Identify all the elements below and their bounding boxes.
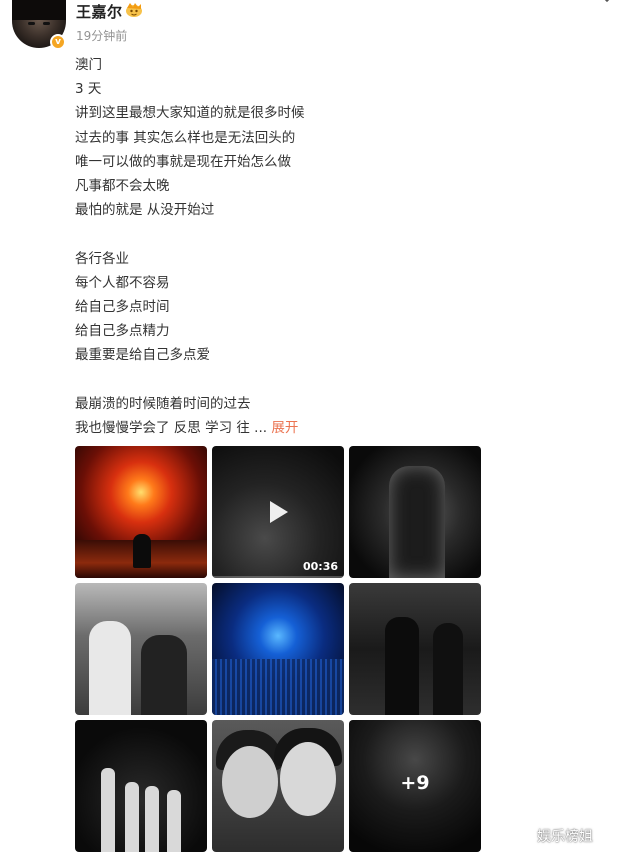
post-line: 最崩溃的时候随着时间的过去 (75, 395, 251, 412)
expand-link[interactable]: 展开 (271, 420, 298, 436)
post-line: 讲到这里最想大家知道的就是很多时候 (75, 105, 305, 122)
performer-silhouette (167, 790, 181, 852)
post-blank-line (75, 367, 495, 391)
performer-silhouette (141, 635, 187, 715)
author-name[interactable]: 王嘉尔 (76, 1, 123, 22)
post-line: 最怕的就是 从没开始过 (75, 202, 215, 219)
arena-crowd (212, 659, 344, 715)
post-line: 澳门 (75, 57, 102, 73)
chevron-down-icon[interactable] (600, 0, 614, 4)
post-line: 各行各业 (75, 250, 129, 267)
avatar-hair (12, 0, 66, 20)
video-progress-track (212, 576, 344, 578)
video-duration: 00:36 (302, 560, 338, 573)
media-grid: 00:36 +9 (75, 446, 481, 853)
verified-v-icon: v (50, 34, 66, 50)
post-timestamp[interactable]: 19分钟前 (76, 27, 127, 44)
performer-silhouette (433, 623, 463, 715)
watermark-text: 娱乐榜姐 (537, 829, 593, 845)
media-more-photos[interactable]: +9 (349, 720, 481, 852)
portrait-face (222, 746, 278, 818)
post-truncated-text: 我也慢慢学会了 反思 学习 往 ... (75, 419, 268, 436)
portrait-face (280, 742, 336, 816)
post-last-line: 我也慢慢学会了 反思 学习 往 ... 展开 (75, 416, 495, 440)
post-body: 澳门 3 天 讲到这里最想大家知道的就是很多时候 过去的事 其实怎么样也是无法回… (75, 53, 495, 440)
post-line: 凡事都不会太晚 (75, 177, 170, 194)
performer-silhouette (101, 768, 115, 852)
media-photo-5[interactable] (212, 583, 344, 715)
avatar-eye (28, 22, 35, 25)
avatar-eye (43, 22, 50, 25)
media-photo-8[interactable] (212, 720, 344, 852)
play-icon[interactable] (264, 498, 292, 526)
media-video[interactable]: 00:36 (212, 446, 344, 578)
post-line: 3 天 (75, 81, 102, 98)
media-photo-6[interactable] (349, 583, 481, 715)
performer-silhouette (389, 466, 445, 578)
post-line: 给自己多点精力 (75, 323, 170, 340)
post-line: 给自己多点时间 (75, 298, 170, 315)
media-photo-3[interactable] (349, 446, 481, 578)
performer-silhouette (385, 617, 419, 715)
post-line: 最重要是给自己多点爱 (75, 347, 210, 364)
fan-badge-icon[interactable] (124, 2, 144, 18)
media-photo-4[interactable] (75, 583, 207, 715)
performer-silhouette (89, 621, 131, 715)
media-photo-1[interactable] (75, 446, 207, 578)
post-line: 过去的事 其实怎么样也是无法回头的 (75, 129, 296, 146)
post-blank-line (75, 222, 495, 246)
performer-silhouette (133, 534, 151, 568)
more-count: +9 (400, 772, 430, 794)
watermark: 娱乐榜姐 (516, 826, 593, 846)
performer-silhouette (145, 786, 159, 852)
post-line: 唯一可以做的事就是现在开始怎么做 (75, 153, 291, 170)
post-line: 每个人都不容易 (75, 274, 170, 291)
performer-silhouette (125, 782, 139, 852)
weibo-logo-icon (516, 830, 533, 843)
media-photo-7[interactable] (75, 720, 207, 852)
